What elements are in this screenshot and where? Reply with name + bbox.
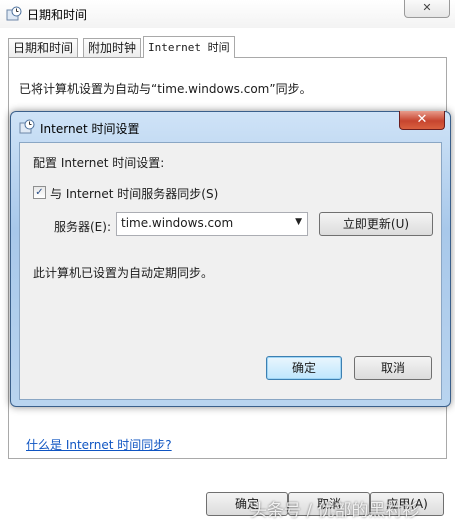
sync-checkbox-label[interactable]: 与 Internet 时间服务器同步(S) <box>50 185 218 202</box>
tab-additional-clocks[interactable]: 附加时钟 <box>83 38 142 58</box>
dialog-ok-button[interactable]: 确定 <box>266 356 342 380</box>
dialog-title: Internet 时间设置 <box>40 122 140 136</box>
update-now-button[interactable]: 立即更新(U) <box>319 212 433 236</box>
dialog-close-button[interactable]: ✕ <box>399 111 445 130</box>
watermark-text: 头条号 / 优部的黑衬衫 <box>250 501 420 521</box>
window-titlebar[interactable]: 日期和时间 ✕ <box>0 0 455 28</box>
server-label: 服务器(E): <box>54 220 111 234</box>
dropdown-arrow-icon[interactable]: ▼ <box>295 217 302 227</box>
internet-time-settings-dialog: Internet 时间设置 ✕ 配置 Internet 时间设置: ✓ 与 In… <box>10 111 451 407</box>
dialog-content: 配置 Internet 时间设置: ✓ 与 Internet 时间服务器同步(S… <box>19 142 442 400</box>
window-close-button[interactable]: ✕ <box>404 0 450 18</box>
settings-heading: 配置 Internet 时间设置: <box>33 156 165 170</box>
clock-icon <box>19 119 35 134</box>
internet-time-help-link[interactable]: 什么是 Internet 时间同步? <box>26 436 172 453</box>
tab-internet-time[interactable]: Internet 时间 <box>143 36 235 58</box>
server-value[interactable]: time.windows.com <box>121 216 233 230</box>
sync-status-text: 已将计算机设置为自动与“time.windows.com”同步。 <box>19 82 312 96</box>
clock-icon <box>6 6 22 21</box>
server-combobox[interactable]: time.windows.com ▼ <box>116 212 308 236</box>
sync-checkbox[interactable]: ✓ <box>33 186 46 199</box>
window-title: 日期和时间 <box>27 8 88 22</box>
tab-date-time[interactable]: 日期和时间 <box>8 38 79 58</box>
auto-sync-status: 此计算机已设置为自动定期同步。 <box>33 266 214 280</box>
dialog-cancel-button[interactable]: 取消 <box>354 356 432 380</box>
